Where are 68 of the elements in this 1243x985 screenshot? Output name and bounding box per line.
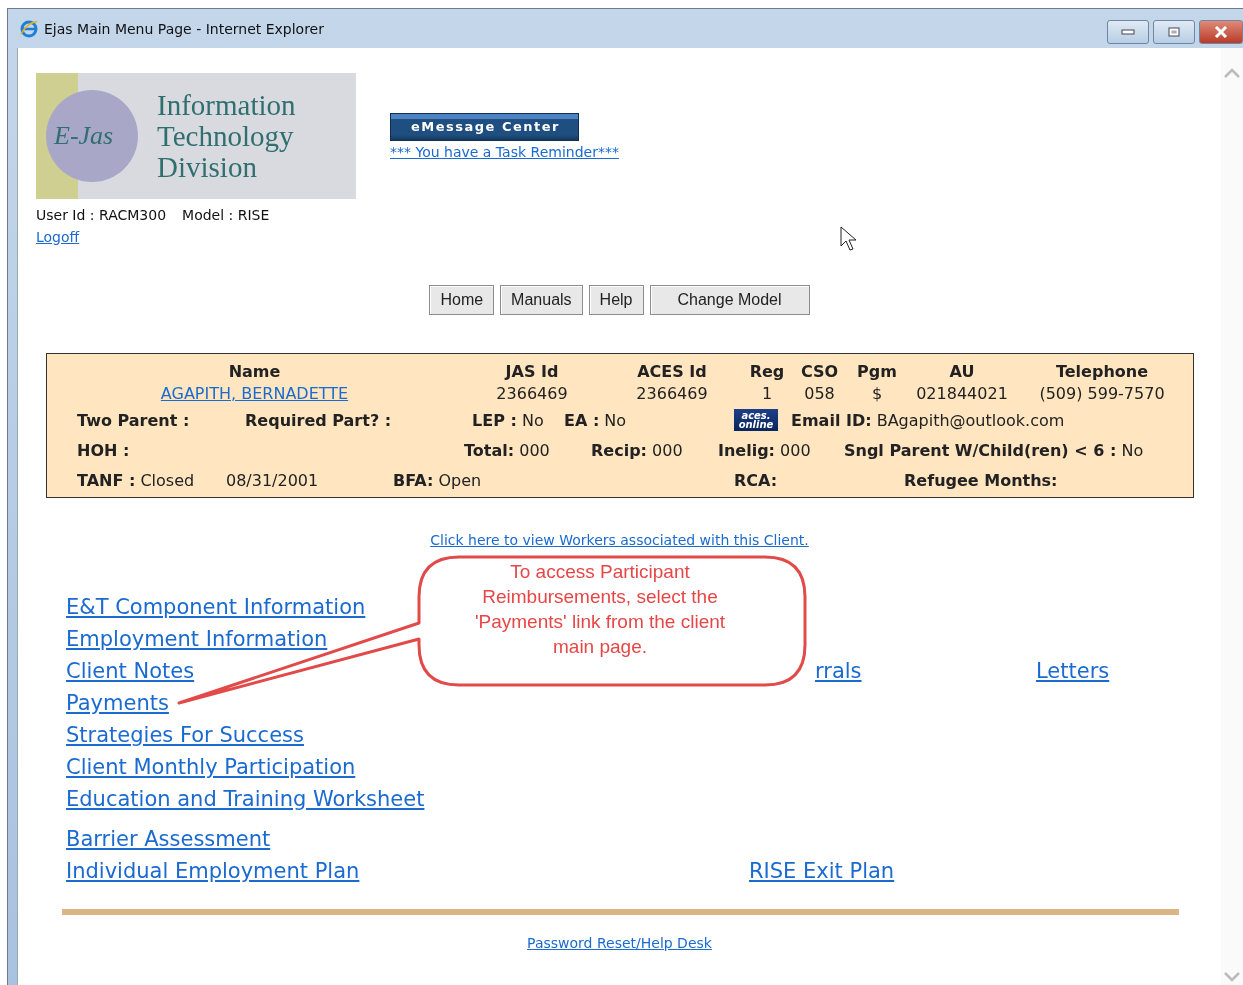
nav-button[interactable]: Manuals xyxy=(500,285,583,315)
client-field: HOH : xyxy=(77,440,130,460)
menu-link[interactable]: Employment Information xyxy=(66,627,328,651)
client-field: RCA: xyxy=(734,470,778,490)
client-field: Total: 000 xyxy=(464,440,550,460)
menu-link[interactable]: Client Notes xyxy=(66,659,195,683)
client-value: 2366469 xyxy=(496,384,568,403)
client-field: Two Parent : xyxy=(77,410,190,430)
column-header: ACES Id xyxy=(637,362,707,381)
client-field: Refugee Months: xyxy=(904,470,1058,490)
division-logo: E-Jas Information Technology Division xyxy=(36,73,356,199)
aces-online-icon[interactable]: aces. online xyxy=(734,408,778,431)
client-field: BFA: Open xyxy=(393,470,482,490)
menu-link[interactable]: Individual Employment Plan xyxy=(66,859,360,883)
client-field: TANF : Closed xyxy=(77,470,195,490)
nav-button[interactable]: Help xyxy=(588,285,644,315)
client-field: EA : No xyxy=(564,410,627,430)
task-reminder-link[interactable]: *** You have a Task Reminder*** xyxy=(390,144,619,160)
client-value: 021844021 xyxy=(916,384,1008,403)
client-name-link[interactable]: AGAPITH, BERNADETTE xyxy=(160,384,349,403)
menu-link[interactable]: Education and Training Worksheet xyxy=(66,787,425,811)
password-reset-link[interactable]: Password Reset/Help Desk xyxy=(18,935,1221,951)
client-value: $ xyxy=(871,384,883,403)
menu-link[interactable]: Payments xyxy=(66,691,169,715)
column-header: JAS Id xyxy=(505,362,559,381)
client-value: (509) 599-7570 xyxy=(1039,384,1165,403)
user-id: User Id : RACM300 xyxy=(36,207,167,223)
column-header: AU xyxy=(949,362,975,381)
client-field: Required Part? : xyxy=(245,410,392,430)
model-label: Model : RISE xyxy=(182,207,270,223)
menu-link[interactable]: rrals xyxy=(815,659,862,683)
maximize-icon xyxy=(1168,27,1180,37)
menu-link[interactable]: Strategies For Success xyxy=(66,723,304,747)
menu-link[interactable]: Barrier Assessment xyxy=(66,827,271,851)
close-button[interactable] xyxy=(1199,20,1243,44)
client-field: 08/31/2001 xyxy=(226,470,319,490)
column-header: Pgm xyxy=(857,362,897,381)
column-header: Reg xyxy=(749,362,785,381)
column-header: Telephone xyxy=(1055,362,1149,381)
browser-icon xyxy=(20,19,38,38)
client-field: Recip: 000 xyxy=(591,440,683,460)
client-value: 1 xyxy=(761,384,773,403)
minimize-icon xyxy=(1121,29,1135,35)
mouse-pointer-icon xyxy=(840,226,857,252)
client-field: Inelig: 000 xyxy=(718,440,811,460)
logoff-link[interactable]: Logoff xyxy=(36,229,80,245)
menu-link[interactable]: E&T Component Information xyxy=(66,595,366,619)
close-icon xyxy=(1214,26,1228,38)
menu-link[interactable]: Client Monthly Participation xyxy=(66,755,356,779)
client-field: Sngl Parent W/Child(ren) < 6 : No xyxy=(844,440,1144,460)
message-center-button[interactable]: eMessage Center xyxy=(390,113,580,141)
column-header: Name xyxy=(228,362,281,381)
menu-link[interactable]: Letters xyxy=(1036,659,1110,683)
minimize-button[interactable] xyxy=(1107,20,1149,44)
client-field: Email ID: BAgapith@outlook.com xyxy=(791,410,1065,430)
workers-link[interactable]: Click here to view Workers associated with this Client. xyxy=(18,532,1221,548)
scroll-down-icon[interactable] xyxy=(1224,972,1240,982)
nav-button[interactable]: Home xyxy=(429,285,495,315)
column-header: CSO xyxy=(800,362,839,381)
nav-button[interactable]: Change Model xyxy=(649,285,810,315)
callout-text: To access Participant Reimbursements, select the 'Payments' link from the client main page. xyxy=(473,560,727,659)
maximize-button[interactable] xyxy=(1153,20,1195,44)
scroll-up-icon[interactable] xyxy=(1224,68,1240,78)
client-value: 2366469 xyxy=(636,384,708,403)
client-field: LEP : No xyxy=(472,410,544,430)
client-value: 058 xyxy=(804,384,835,403)
window-title: Ejas Main Menu Page - Internet Explorer xyxy=(44,20,324,37)
menu-link[interactable]: RISE Exit Plan xyxy=(749,859,895,883)
